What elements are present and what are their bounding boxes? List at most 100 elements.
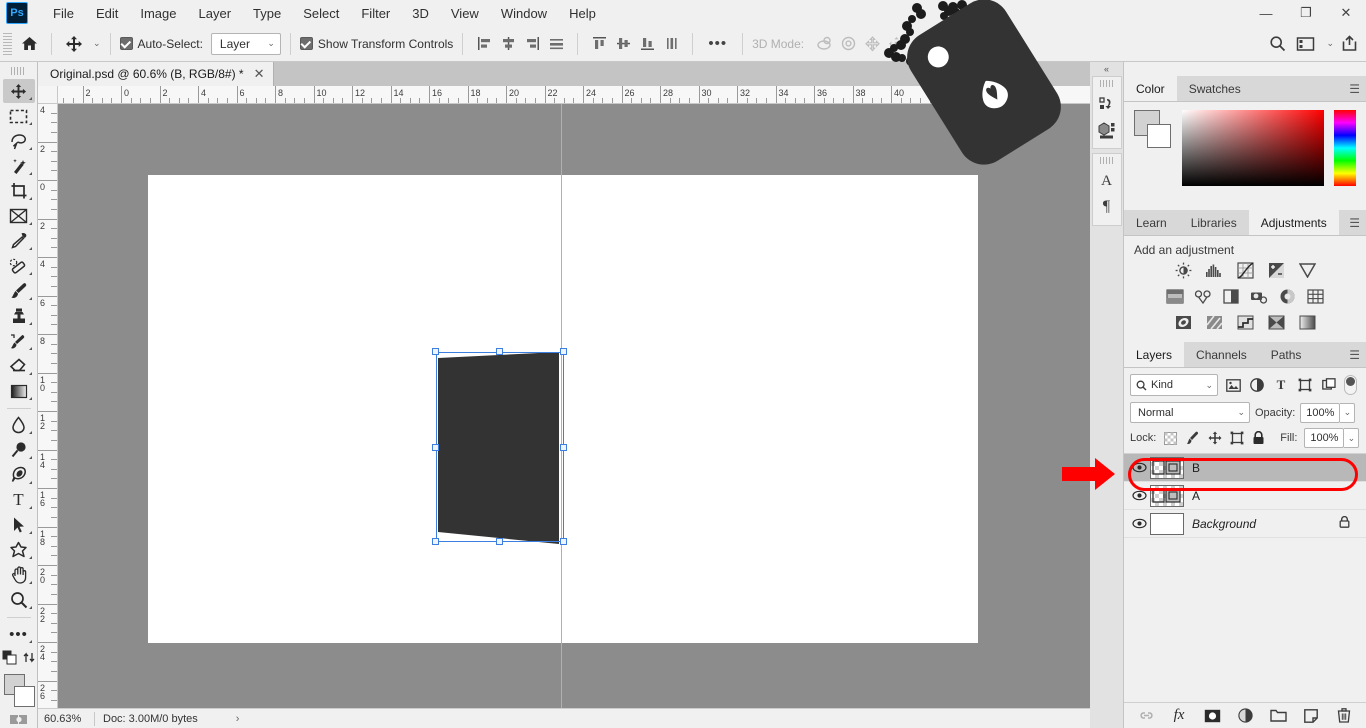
brightness-contrast-icon[interactable] (1174, 261, 1193, 280)
tab-libraries[interactable]: Libraries (1178, 210, 1249, 235)
shape-layer-filter-icon[interactable] (1296, 376, 1314, 394)
levels-icon[interactable] (1205, 261, 1224, 280)
gradient-map-icon[interactable] (1267, 313, 1286, 332)
layer-scope-dropdown[interactable]: Layer ⌄ (210, 32, 281, 55)
tab-paths[interactable]: Paths (1258, 342, 1314, 367)
menu-select[interactable]: Select (292, 3, 350, 24)
rail-grip[interactable] (1099, 80, 1114, 87)
layer-name[interactable]: A (1192, 489, 1200, 503)
menu-filter[interactable]: Filter (350, 3, 401, 24)
layer-name[interactable]: Background (1192, 517, 1256, 531)
rail-grip[interactable] (1099, 157, 1114, 164)
menu-type[interactable]: Type (242, 3, 292, 24)
menu-help[interactable]: Help (558, 3, 607, 24)
table-row[interactable]: A (1124, 482, 1366, 510)
black-white-icon[interactable] (1222, 287, 1241, 306)
hue-saturation-icon[interactable] (1166, 287, 1185, 306)
zoom-level[interactable]: 60.63% (38, 713, 86, 725)
adjustment-layer-filter-icon[interactable] (1248, 376, 1266, 394)
collapse-panels-icon[interactable]: « (1090, 62, 1124, 76)
layer-visibility-icon[interactable] (1128, 490, 1150, 501)
paragraph-icon[interactable]: ¶ (1094, 194, 1120, 220)
layer-name[interactable]: B (1192, 461, 1200, 475)
layer-thumbnail[interactable] (1150, 484, 1184, 507)
align-vertical-centers-icon[interactable] (611, 33, 635, 55)
smart-object-filter-icon[interactable] (1320, 376, 1338, 394)
more-align-options-button[interactable]: ••• (702, 35, 733, 52)
swap-colors-icon[interactable] (23, 651, 36, 669)
workspace-icon[interactable] (1292, 31, 1318, 57)
adjustments-panel-menu-icon[interactable]: ☰ (1349, 210, 1360, 236)
align-horizontal-centers-icon[interactable] (496, 33, 520, 55)
clone-stamp-tool[interactable] (3, 304, 35, 328)
fill-value[interactable]: 100% (1304, 428, 1345, 448)
lock-image-pixels-icon[interactable] (1185, 431, 1200, 446)
new-adjustment-layer-icon[interactable] (1235, 706, 1255, 726)
minimize-button[interactable]: — (1246, 0, 1286, 26)
default-colors-icon[interactable] (2, 650, 17, 670)
edit-toolbar-tool[interactable]: ••• (3, 622, 35, 646)
path-selection-tool[interactable] (3, 513, 35, 537)
show-transform-checkbox[interactable] (299, 37, 313, 50)
object-selection-tool[interactable] (3, 154, 35, 178)
fill-chevron-down-icon[interactable]: ⌄ (1344, 428, 1360, 448)
transform-handle-bottom-left[interactable] (432, 538, 439, 545)
rectangular-marquee-tool[interactable] (3, 104, 35, 128)
auto-select-control[interactable]: Auto-Select: (119, 37, 203, 51)
eyedropper-tool[interactable] (3, 229, 35, 253)
vertical-ruler[interactable]: 42024681012141618202224262830 (38, 104, 58, 728)
color-balance-icon[interactable] (1194, 287, 1213, 306)
eraser-tool[interactable] (3, 354, 35, 378)
frame-tool[interactable] (3, 204, 35, 228)
channel-mixer-icon[interactable] (1278, 287, 1297, 306)
layer-mask-icon[interactable] (1202, 706, 1222, 726)
custom-shape-tool[interactable] (3, 538, 35, 562)
table-row[interactable]: B (1124, 454, 1366, 482)
auto-select-checkbox[interactable] (119, 37, 133, 50)
3d-icon[interactable] (1094, 117, 1120, 143)
opacity-value[interactable]: 100% (1300, 402, 1341, 423)
lock-all-icon[interactable] (1251, 431, 1266, 446)
color-swatches[interactable] (3, 674, 35, 708)
zoom-tool[interactable] (3, 588, 35, 612)
vibrance-icon[interactable] (1298, 261, 1317, 280)
layer-visibility-icon[interactable] (1128, 462, 1150, 473)
lock-artboard-icon[interactable] (1229, 431, 1244, 446)
options-bar-grip[interactable] (3, 32, 12, 55)
layer-visibility-icon[interactable] (1128, 518, 1150, 529)
color-lookup-icon[interactable] (1306, 287, 1325, 306)
tab-color[interactable]: Color (1124, 76, 1177, 101)
distribute-vertically-icon[interactable] (659, 33, 683, 55)
tool-preset-chevron-down-icon[interactable]: ⌄ (93, 38, 101, 49)
distribute-horizontally-icon[interactable] (544, 33, 568, 55)
menu-3d[interactable]: 3D (401, 3, 440, 24)
close-icon[interactable]: ✕ (254, 66, 265, 82)
menu-layer[interactable]: Layer (188, 3, 243, 24)
tab-adjustments[interactable]: Adjustments (1248, 210, 1339, 235)
background-color-swatch[interactable] (1147, 124, 1171, 148)
pen-tool[interactable] (3, 463, 35, 487)
quick-mask-icon[interactable] (8, 712, 30, 728)
transform-handle-top-center[interactable] (496, 348, 503, 355)
tools-panel-grip[interactable] (11, 67, 26, 76)
layer-filter-kind-dropdown[interactable]: Kind ⌄ (1130, 374, 1218, 396)
document-tab[interactable]: Original.psd @ 60.6% (B, RGB/8#) * ✕ (38, 62, 274, 86)
crop-tool[interactable] (3, 179, 35, 203)
lock-position-icon[interactable] (1207, 431, 1222, 446)
transform-handle-middle-left[interactable] (432, 444, 439, 451)
type-layer-filter-icon[interactable]: T (1272, 376, 1290, 394)
move-tool-icon[interactable] (61, 31, 87, 57)
transform-handle-middle-right[interactable] (560, 444, 567, 451)
invert-icon[interactable] (1174, 313, 1193, 332)
spot-healing-brush-tool[interactable] (3, 254, 35, 278)
history-icon[interactable] (1094, 91, 1120, 117)
fill-control[interactable]: 100% ⌄ (1304, 428, 1360, 448)
transform-selection-box[interactable] (432, 348, 567, 545)
align-right-edges-icon[interactable] (520, 33, 544, 55)
hue-slider[interactable] (1334, 110, 1356, 186)
align-top-edges-icon[interactable] (587, 33, 611, 55)
link-layers-icon[interactable] (1136, 706, 1156, 726)
transform-handle-bottom-right[interactable] (560, 538, 567, 545)
photo-filter-icon[interactable] (1250, 287, 1269, 306)
home-icon[interactable] (16, 31, 42, 57)
